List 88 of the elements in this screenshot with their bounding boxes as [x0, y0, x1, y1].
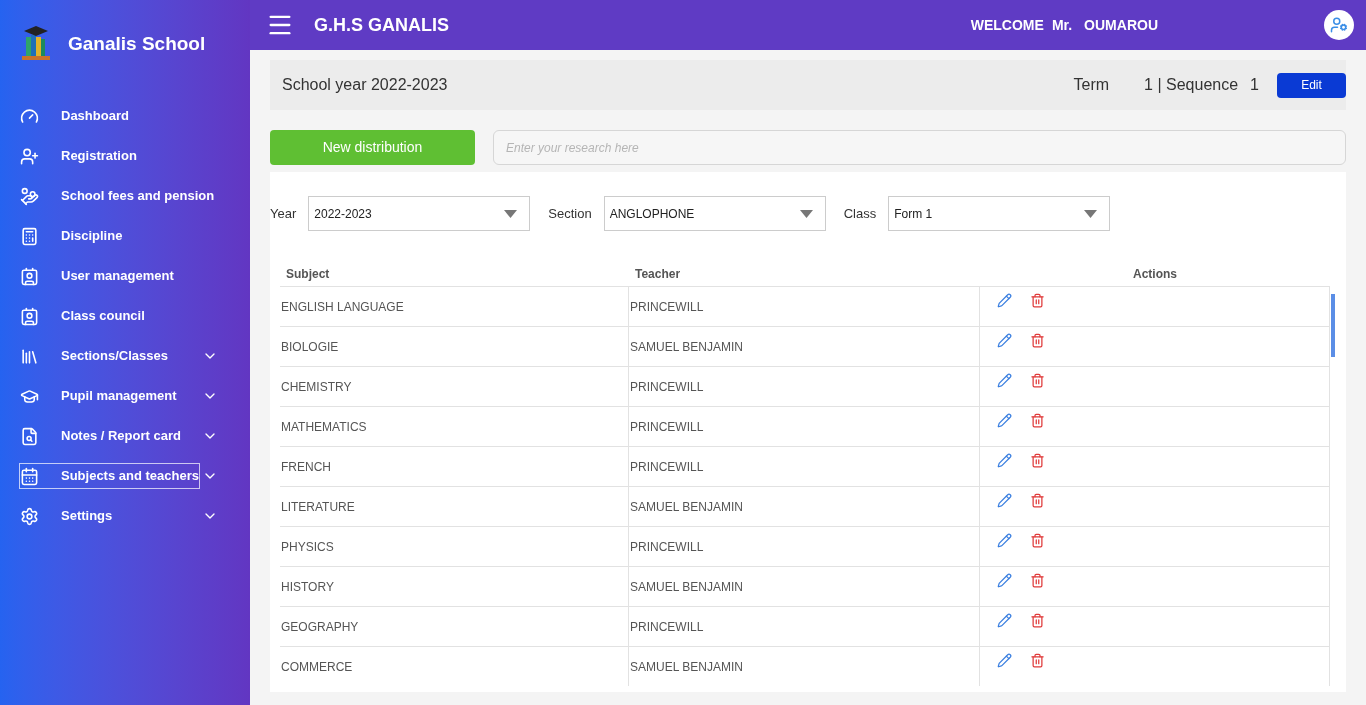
- sidebar-item[interactable]: Notes / Report card: [20, 424, 181, 448]
- column-header: Teacher: [634, 265, 682, 283]
- edit-pencil-icon[interactable]: [997, 493, 1012, 508]
- edit-pencil-icon[interactable]: [997, 293, 1012, 308]
- delete-trash-icon[interactable]: [1030, 293, 1045, 308]
- column-header: Subject: [285, 265, 331, 283]
- sequence-value: 1: [1250, 75, 1259, 95]
- edit-pencil-icon[interactable]: [997, 413, 1012, 428]
- filter-dropdown[interactable]: ANGLOPHONE: [603, 196, 826, 231]
- books-icon: [20, 346, 39, 366]
- sidebar-item[interactable]: Dashboard: [20, 104, 129, 128]
- table-cell: BIOLOGIE: [280, 327, 629, 366]
- delete-trash-icon[interactable]: [1030, 533, 1045, 548]
- id-badge-icon: [20, 306, 39, 326]
- filter-dropdown[interactable]: Form 1: [888, 196, 1111, 231]
- table-cell: COMMERCE: [280, 647, 629, 686]
- sidebar-item[interactable]: User management: [20, 264, 174, 288]
- delete-trash-icon[interactable]: [1030, 373, 1045, 388]
- table-cell: PRINCEWILL: [629, 447, 980, 486]
- document-search-icon: [20, 426, 39, 446]
- edit-button[interactable]: Edit: [1277, 72, 1346, 98]
- sidebar-item[interactable]: School fees and pension: [20, 184, 215, 208]
- user-name: OUMAROU: [1084, 15, 1158, 35]
- delete-trash-icon[interactable]: [1030, 613, 1045, 628]
- delete-trash-icon[interactable]: [1030, 493, 1045, 508]
- column-header: Actions: [1132, 265, 1178, 283]
- hand-coin-icon: [20, 186, 39, 206]
- school-year: School year 2022-2023: [282, 75, 448, 95]
- filter-dropdown[interactable]: 2022-2023: [308, 196, 531, 231]
- search-field[interactable]: Enter your research here: [493, 130, 1346, 165]
- school-name: G.H.S GANALIS: [314, 13, 449, 37]
- sidebar-item[interactable]: Discipline: [20, 224, 123, 248]
- edit-pencil-icon[interactable]: [997, 533, 1012, 548]
- user-title: Mr.: [1051, 15, 1073, 35]
- table-cell: SAMUEL BENJAMIN: [629, 567, 980, 606]
- table-cell: PHYSICS: [280, 527, 629, 566]
- dropdown-triangle-icon: [799, 209, 813, 218]
- delete-trash-icon[interactable]: [1030, 653, 1045, 668]
- edit-pencil-icon[interactable]: [997, 613, 1012, 628]
- delete-trash-icon[interactable]: [1030, 573, 1045, 588]
- edit-pencil-icon[interactable]: [997, 653, 1012, 668]
- table-cell: FRENCH: [280, 447, 629, 486]
- sidebar-item[interactable]: Class council: [20, 304, 145, 328]
- sidebar-item[interactable]: Settings: [20, 504, 113, 528]
- table-cell: SAMUEL BENJAMIN: [629, 487, 980, 526]
- sidebar-item[interactable]: Subjects and teachers: [20, 464, 199, 488]
- table-cell: SAMUEL BENJAMIN: [629, 327, 980, 366]
- table-cell: LITERATURE: [280, 487, 629, 526]
- calculator-icon: [20, 226, 39, 246]
- delete-trash-icon[interactable]: [1030, 413, 1045, 428]
- table-cell: GEOGRAPHY: [280, 607, 629, 646]
- user-avatar[interactable]: [1324, 10, 1354, 40]
- term-value: 1 | Sequence: [1144, 75, 1239, 95]
- filter-label: Year: [270, 204, 297, 223]
- edit-pencil-icon[interactable]: [997, 373, 1012, 388]
- books-logo-icon: [20, 25, 52, 63]
- delete-trash-icon[interactable]: [1030, 333, 1045, 348]
- settings-icon: [20, 506, 39, 526]
- table-cell: SAMUEL BENJAMIN: [629, 647, 980, 686]
- user-cog-icon: [1330, 16, 1348, 34]
- table-cell: PRINCEWILL: [629, 407, 980, 446]
- edit-pencil-icon[interactable]: [997, 573, 1012, 588]
- sidebar-item[interactable]: Pupil management: [20, 384, 177, 408]
- id-badge-icon: [20, 266, 39, 286]
- filter-label: Class: [843, 204, 877, 223]
- table-cell: PRINCEWILL: [629, 367, 980, 406]
- table-cell: PRINCEWILL: [629, 607, 980, 646]
- edit-pencil-icon[interactable]: [997, 453, 1012, 468]
- sidebar-item[interactable]: Sections/Classes: [20, 344, 168, 368]
- table-cell: MATHEMATICS: [280, 407, 629, 446]
- table-cell: PRINCEWILL: [629, 287, 980, 326]
- table-cell: CHEMISTRY: [280, 367, 629, 406]
- dropdown-triangle-icon: [1084, 209, 1098, 218]
- brand-name: Ganalis School: [68, 31, 206, 56]
- welcome-text: WELCOME: [970, 15, 1044, 35]
- table-cell: PRINCEWILL: [629, 527, 980, 566]
- dropdown-triangle-icon: [504, 209, 518, 218]
- gauge-icon: [20, 106, 39, 126]
- table-cell: ENGLISH LANGUAGE: [280, 287, 629, 326]
- calendar-icon: [20, 466, 39, 486]
- term-label: Term: [1073, 75, 1110, 95]
- delete-trash-icon[interactable]: [1030, 453, 1045, 468]
- filter-label: Section: [548, 204, 592, 223]
- user-plus-icon: [20, 146, 39, 166]
- table-cell: HISTORY: [280, 567, 629, 606]
- sidebar-item[interactable]: Registration: [20, 144, 137, 168]
- edit-pencil-icon[interactable]: [997, 333, 1012, 348]
- scrollbar-thumb[interactable]: [1331, 294, 1335, 357]
